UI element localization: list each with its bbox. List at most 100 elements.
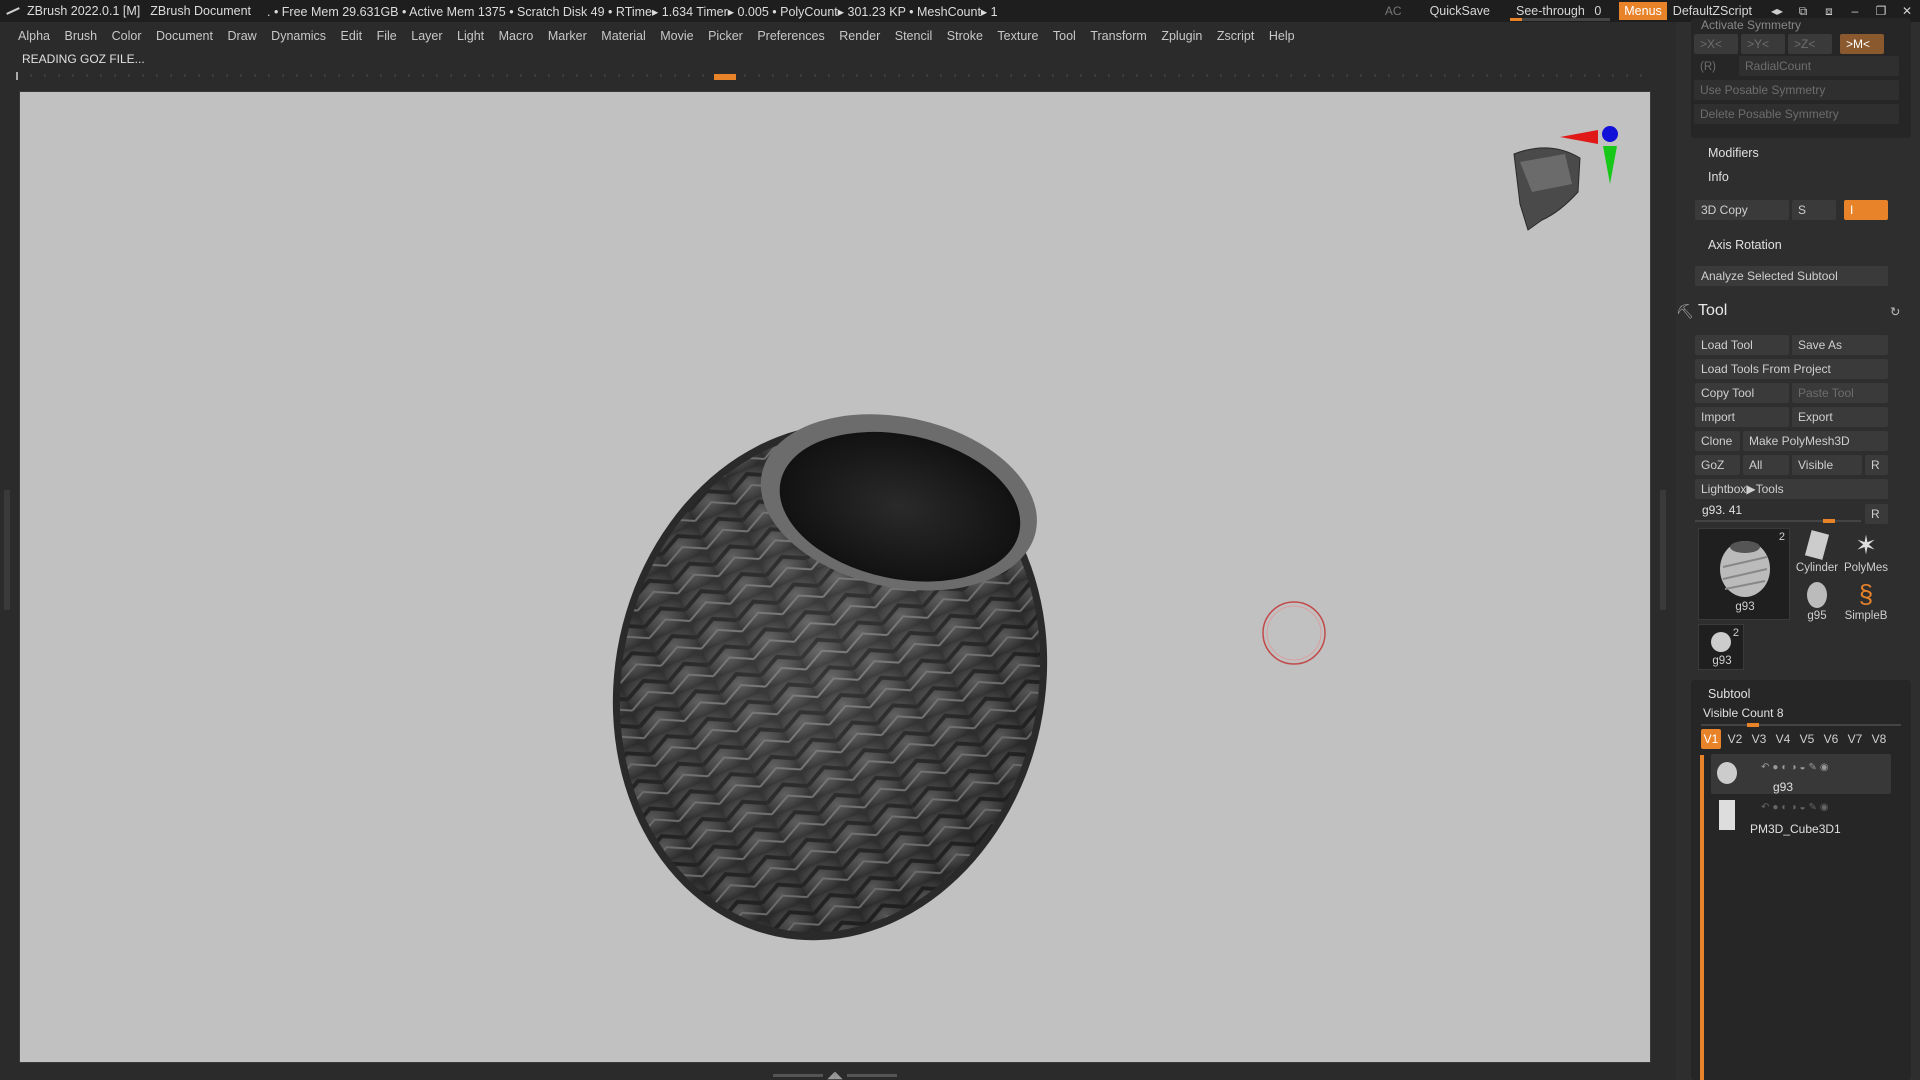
ac-label[interactable]: AC: [1385, 4, 1402, 18]
current-tool-slider[interactable]: g93. 41: [1702, 503, 1742, 517]
default-zscript-button[interactable]: DefaultZScript: [1673, 4, 1752, 18]
simplebrush-icon: §: [1858, 579, 1874, 609]
tool-thumb-polymesh[interactable]: ✶ PolyMes: [1842, 528, 1890, 576]
menu-stencil[interactable]: Stencil: [895, 29, 933, 43]
tool-thumb-g93-small[interactable]: 2 g93: [1698, 624, 1744, 670]
tool-thumb-g95[interactable]: g95: [1794, 578, 1840, 626]
symmetry-x-button[interactable]: >X<: [1694, 34, 1738, 54]
tool-thumb-cylinder[interactable]: Cylinder: [1794, 528, 1840, 576]
visibility-tab-v4[interactable]: V4: [1773, 729, 1793, 749]
goz-all-button[interactable]: All: [1743, 455, 1789, 475]
load-tool-button[interactable]: Load Tool: [1695, 335, 1789, 355]
delete-posable-symmetry-button[interactable]: Delete Posable Symmetry: [1694, 104, 1899, 124]
activate-symmetry-button[interactable]: Activate Symmetry: [1701, 18, 1801, 32]
brush-cursor-inner: [1266, 605, 1322, 661]
analyze-subtool-button[interactable]: Analyze Selected Subtool: [1695, 266, 1888, 286]
lightbox-tools-button[interactable]: Lightbox▶Tools: [1695, 479, 1888, 499]
right-tray-handle[interactable]: [1660, 490, 1666, 610]
symmetry-z-button[interactable]: >Z<: [1788, 34, 1832, 54]
menu-color[interactable]: Color: [112, 29, 142, 43]
visibility-tab-v6[interactable]: V6: [1821, 729, 1841, 749]
save-as-button[interactable]: Save As: [1792, 335, 1888, 355]
goz-r-button[interactable]: R: [1865, 455, 1888, 475]
modifiers-header[interactable]: Modifiers: [1708, 146, 1759, 160]
tool-palette-title[interactable]: Tool: [1698, 302, 1727, 320]
status-message: READING GOZ FILE...: [22, 52, 145, 66]
goz-button[interactable]: GoZ: [1695, 455, 1740, 475]
3d-copy-button[interactable]: 3D Copy: [1695, 200, 1789, 220]
document-canvas[interactable]: [19, 91, 1651, 1063]
small-thumb-label: g93: [1712, 655, 1732, 667]
app-title: ZBrush 2022.0.1 [M]: [27, 4, 141, 18]
menu-zplugin[interactable]: Zplugin: [1161, 29, 1202, 43]
menu-dynamics[interactable]: Dynamics: [271, 29, 326, 43]
menu-light[interactable]: Light: [457, 29, 484, 43]
symmetry-y-button[interactable]: >Y<: [1741, 34, 1785, 54]
menu-draw[interactable]: Draw: [228, 29, 257, 43]
small-vase-icon: [1711, 632, 1731, 652]
menu-picker[interactable]: Picker: [708, 29, 743, 43]
menu-alpha[interactable]: Alpha: [18, 29, 50, 43]
menu-tool[interactable]: Tool: [1053, 29, 1076, 43]
see-through-slider[interactable]: See-through 0: [1510, 4, 1611, 21]
progress-bar: [16, 72, 1648, 80]
subtool-row-cube[interactable]: ↶●◐◑◒✎◉ PM3D_Cube3D1: [1711, 798, 1891, 838]
menu-layer[interactable]: Layer: [411, 29, 442, 43]
visibility-tab-v7[interactable]: V7: [1845, 729, 1865, 749]
menu-edit[interactable]: Edit: [341, 29, 363, 43]
visibility-tab-v5[interactable]: V5: [1797, 729, 1817, 749]
radial-count-slider[interactable]: RadialCount: [1739, 56, 1899, 76]
left-tray-handle[interactable]: [4, 490, 10, 610]
visibility-tab-v2[interactable]: V2: [1725, 729, 1745, 749]
subtool-scrollbar[interactable]: [1700, 755, 1704, 1080]
menu-document[interactable]: Document: [156, 29, 213, 43]
clone-button[interactable]: Clone: [1695, 431, 1740, 451]
zbrush-logo-icon: [5, 4, 21, 18]
s-button[interactable]: S: [1792, 200, 1836, 220]
i-button[interactable]: I: [1844, 200, 1888, 220]
axis-rotation-header[interactable]: Axis Rotation: [1708, 238, 1782, 252]
export-button[interactable]: Export: [1792, 407, 1888, 427]
subtool-g93-icon: [1717, 762, 1737, 784]
menu-material[interactable]: Material: [601, 29, 645, 43]
current-tool-r-button[interactable]: R: [1865, 504, 1888, 524]
symmetry-m-button[interactable]: >M<: [1840, 34, 1884, 54]
menu-stroke[interactable]: Stroke: [947, 29, 983, 43]
subtool-header[interactable]: Subtool: [1708, 687, 1750, 701]
goz-visible-button[interactable]: Visible: [1792, 455, 1862, 475]
tool-thumb-g93[interactable]: 2 g93: [1698, 528, 1790, 620]
menu-preferences[interactable]: Preferences: [757, 29, 824, 43]
info-header[interactable]: Info: [1708, 170, 1729, 184]
copy-tool-button[interactable]: Copy Tool: [1695, 383, 1789, 403]
menu-file[interactable]: File: [377, 29, 397, 43]
see-through-label: See-through: [1516, 4, 1585, 18]
visibility-tab-v8[interactable]: V8: [1869, 729, 1889, 749]
bottom-tray-handle[interactable]: ◢◣: [770, 1070, 900, 1080]
menu-texture[interactable]: Texture: [997, 29, 1038, 43]
visibility-tab-v3[interactable]: V3: [1749, 729, 1769, 749]
subtool-row-g93[interactable]: ↶●◐◑◒✎◉ g93: [1711, 754, 1891, 794]
menu-help[interactable]: Help: [1269, 29, 1295, 43]
menu-brush[interactable]: Brush: [64, 29, 97, 43]
visible-count-slider[interactable]: Visible Count 8: [1703, 706, 1784, 720]
menu-zscript[interactable]: Zscript: [1217, 29, 1255, 43]
subtool-cube-icon: [1719, 800, 1735, 830]
menu-macro[interactable]: Macro: [499, 29, 534, 43]
quicksave-button[interactable]: QuickSave: [1430, 4, 1490, 18]
menu-transform[interactable]: Transform: [1090, 29, 1147, 43]
use-posable-symmetry-button[interactable]: Use Posable Symmetry: [1694, 80, 1899, 100]
tool-thumb-simplebrush[interactable]: § SimpleB: [1842, 578, 1890, 626]
refresh-icon[interactable]: ↻: [1890, 304, 1900, 319]
menus-button[interactable]: Menus: [1619, 2, 1667, 20]
load-tools-from-project-button[interactable]: Load Tools From Project: [1695, 359, 1888, 379]
subtool-toggle-icons[interactable]: ↶●◐◑◒✎◉: [1761, 762, 1832, 773]
import-button[interactable]: Import: [1695, 407, 1789, 427]
menu-render[interactable]: Render: [839, 29, 880, 43]
menu-marker[interactable]: Marker: [548, 29, 587, 43]
make-polymesh3d-button[interactable]: Make PolyMesh3D: [1743, 431, 1888, 451]
radial-r-label: (R): [1700, 61, 1716, 73]
paste-tool-button[interactable]: Paste Tool: [1792, 383, 1888, 403]
menu-movie[interactable]: Movie: [660, 29, 693, 43]
subtool-toggle-icons[interactable]: ↶●◐◑◒✎◉: [1761, 802, 1832, 813]
visibility-tab-v1[interactable]: V1: [1701, 729, 1721, 749]
